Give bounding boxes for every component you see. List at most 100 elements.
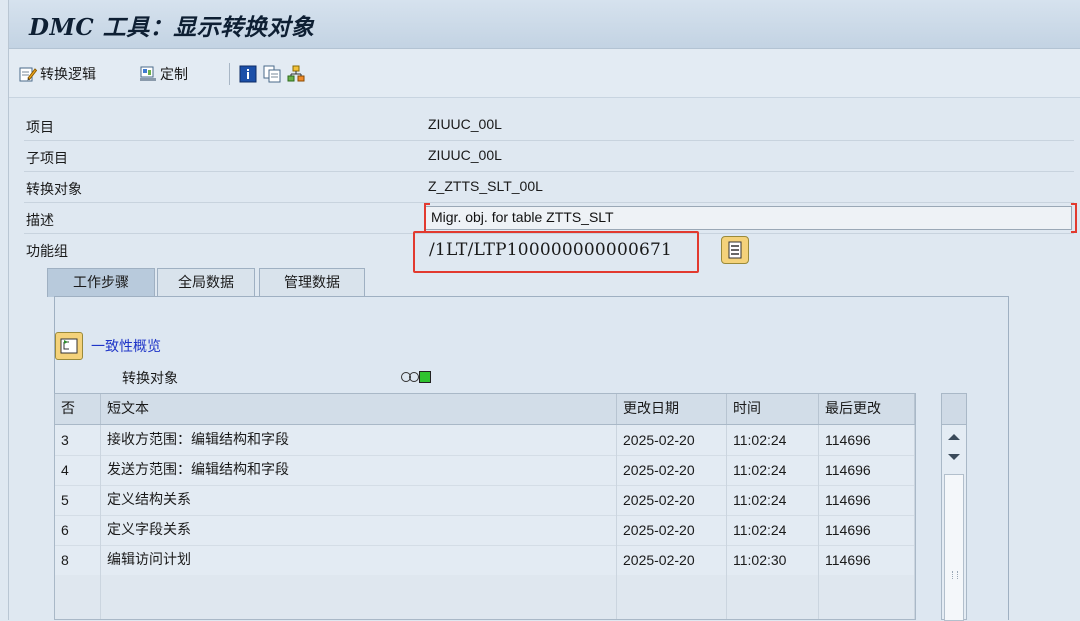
column-settings-corner[interactable] <box>942 394 966 425</box>
application-toolbar: 转换逻辑 定制 <box>9 49 1080 98</box>
cell-no: 5 <box>55 485 101 515</box>
scroll-up-icon[interactable] <box>948 434 960 440</box>
consistency-overview-button[interactable] <box>55 332 83 360</box>
scroll-down-icon[interactable] <box>948 454 960 460</box>
subproject-label: 子项目 <box>26 151 68 167</box>
cell-short-text: 编辑访问计划 <box>101 545 617 575</box>
cell-empty <box>55 605 101 619</box>
cell-no: 8 <box>55 545 101 575</box>
cell-empty <box>819 605 915 619</box>
copy-document-button[interactable] <box>263 63 281 85</box>
description-field[interactable]: Migr. obj. for table ZTTS_SLT <box>424 206 1072 230</box>
cell-time: 11:02:24 <box>727 515 819 545</box>
cell-short-text: 接收方范围：编辑结构和字段 <box>101 425 617 455</box>
table-vertical-scrollbar[interactable] <box>941 393 967 621</box>
customize-label: 定制 <box>160 67 188 83</box>
copy-document-icon <box>263 65 281 83</box>
info-button[interactable] <box>239 63 257 85</box>
subproject-row: 子项目 ZIUUC_00L <box>24 141 1074 172</box>
app-window: DMC 工具：显示转换对象 转换逻辑 定制 项目 ZIUUC_00L 子项目 Z… <box>8 0 1080 621</box>
cell-date: 2025-02-20 <box>617 485 727 515</box>
scroll-thumb[interactable] <box>944 474 964 621</box>
cell-time: 11:02:30 <box>727 545 819 575</box>
function-group-value: /1LT/LTP100000000000671 <box>429 240 673 260</box>
cell-date: 2025-02-20 <box>617 425 727 455</box>
cell-user: 114696 <box>819 545 915 575</box>
project-row: 项目 ZIUUC_00L <box>24 110 1074 141</box>
cell-short-text: 发送方范围：编辑结构和字段 <box>101 455 617 485</box>
cell-time: 11:02:24 <box>727 485 819 515</box>
hierarchy-icon <box>287 65 305 83</box>
table-row[interactable]: 6 定义字段关系 2025-02-20 11:02:24 114696 <box>55 515 915 546</box>
table-row[interactable]: 4 发送方范围：编辑结构和字段 2025-02-20 11:02:24 1146… <box>55 455 915 486</box>
title-bar: DMC 工具：显示转换对象 <box>9 0 1080 49</box>
cell-short-text: 定义结构关系 <box>101 485 617 515</box>
scroll-grip-icon <box>952 571 958 579</box>
function-group-display-button[interactable] <box>721 236 749 264</box>
conversion-object-row: 转换对象 Z_ZTTS_SLT_00L <box>24 172 1074 203</box>
cell-empty <box>727 605 819 619</box>
hierarchy-button[interactable] <box>287 63 305 85</box>
cell-no: 3 <box>55 425 101 455</box>
customize-button[interactable]: 定制 <box>139 63 188 85</box>
toolbar-separator <box>229 63 230 85</box>
cell-empty <box>727 575 819 605</box>
window-title: DMC 工具：显示转换对象 <box>29 14 315 41</box>
description-label: 描述 <box>26 213 54 229</box>
highlight-bracket-right <box>1071 203 1077 233</box>
table-row[interactable]: 5 定义结构关系 2025-02-20 11:02:24 114696 <box>55 485 915 516</box>
cell-empty <box>101 605 617 619</box>
cell-empty <box>55 575 101 605</box>
cell-no: 4 <box>55 455 101 485</box>
cell-time: 11:02:24 <box>727 425 819 455</box>
document-list-icon <box>726 241 744 259</box>
conversion-logic-button[interactable]: 转换逻辑 <box>19 63 96 85</box>
green-light-on-icon <box>419 371 431 383</box>
tab-work-steps[interactable]: 工作步骤 <box>47 268 155 297</box>
customize-icon <box>139 65 157 83</box>
tree-structure-icon <box>60 337 78 355</box>
table-row[interactable]: 8 编辑访问计划 2025-02-20 11:02:30 114696 <box>55 545 915 576</box>
cell-time: 11:02:24 <box>727 455 819 485</box>
column-header-last-changed[interactable]: 最后更改 <box>819 394 915 424</box>
conversion-logic-label: 转换逻辑 <box>40 67 96 83</box>
column-header-change-date[interactable]: 更改日期 <box>617 394 727 424</box>
consistency-overview-link[interactable]: 一致性概览 <box>91 336 161 356</box>
cell-empty <box>617 605 727 619</box>
cell-no: 6 <box>55 515 101 545</box>
column-header-time[interactable]: 时间 <box>727 394 819 424</box>
conversion-object-label: 转换对象 <box>26 182 82 198</box>
conversion-object-value: Z_ZTTS_SLT_00L <box>428 178 543 194</box>
cell-empty <box>819 575 915 605</box>
cell-date: 2025-02-20 <box>617 515 727 545</box>
highlight-bracket-left <box>424 203 430 233</box>
table-row-empty[interactable] <box>55 605 915 619</box>
table-row-empty[interactable] <box>55 575 915 606</box>
project-value: ZIUUC_00L <box>428 116 502 132</box>
cell-user: 114696 <box>819 425 915 455</box>
work-steps-table: 否 短文本 更改日期 时间 最后更改 3 接收方范围：编辑结构和字段 2025-… <box>54 393 916 620</box>
conversion-object-status-label: 转换对象 <box>122 371 178 387</box>
cell-user: 114696 <box>819 455 915 485</box>
cell-empty <box>101 575 617 605</box>
cell-date: 2025-02-20 <box>617 545 727 575</box>
info-icon <box>239 65 257 83</box>
yellow-light-off-icon <box>409 372 419 382</box>
description-row: 描述 Migr. obj. for table ZTTS_SLT <box>24 203 1074 234</box>
table-header: 否 短文本 更改日期 时间 最后更改 <box>55 394 915 425</box>
edit-logic-icon <box>19 65 38 83</box>
cell-date: 2025-02-20 <box>617 455 727 485</box>
column-header-no[interactable]: 否 <box>55 394 101 424</box>
subproject-value: ZIUUC_00L <box>428 147 502 163</box>
column-header-short-text[interactable]: 短文本 <box>101 394 617 424</box>
cell-empty <box>617 575 727 605</box>
project-label: 项目 <box>26 120 54 136</box>
tab-admin-data[interactable]: 管理数据 <box>259 268 365 297</box>
tab-global-data[interactable]: 全局数据 <box>157 268 255 297</box>
table-row[interactable]: 3 接收方范围：编辑结构和字段 2025-02-20 11:02:24 1146… <box>55 425 915 456</box>
cell-user: 114696 <box>819 485 915 515</box>
status-light <box>401 370 431 384</box>
cell-short-text: 定义字段关系 <box>101 515 617 545</box>
function-group-label: 功能组 <box>26 244 68 260</box>
cell-user: 114696 <box>819 515 915 545</box>
